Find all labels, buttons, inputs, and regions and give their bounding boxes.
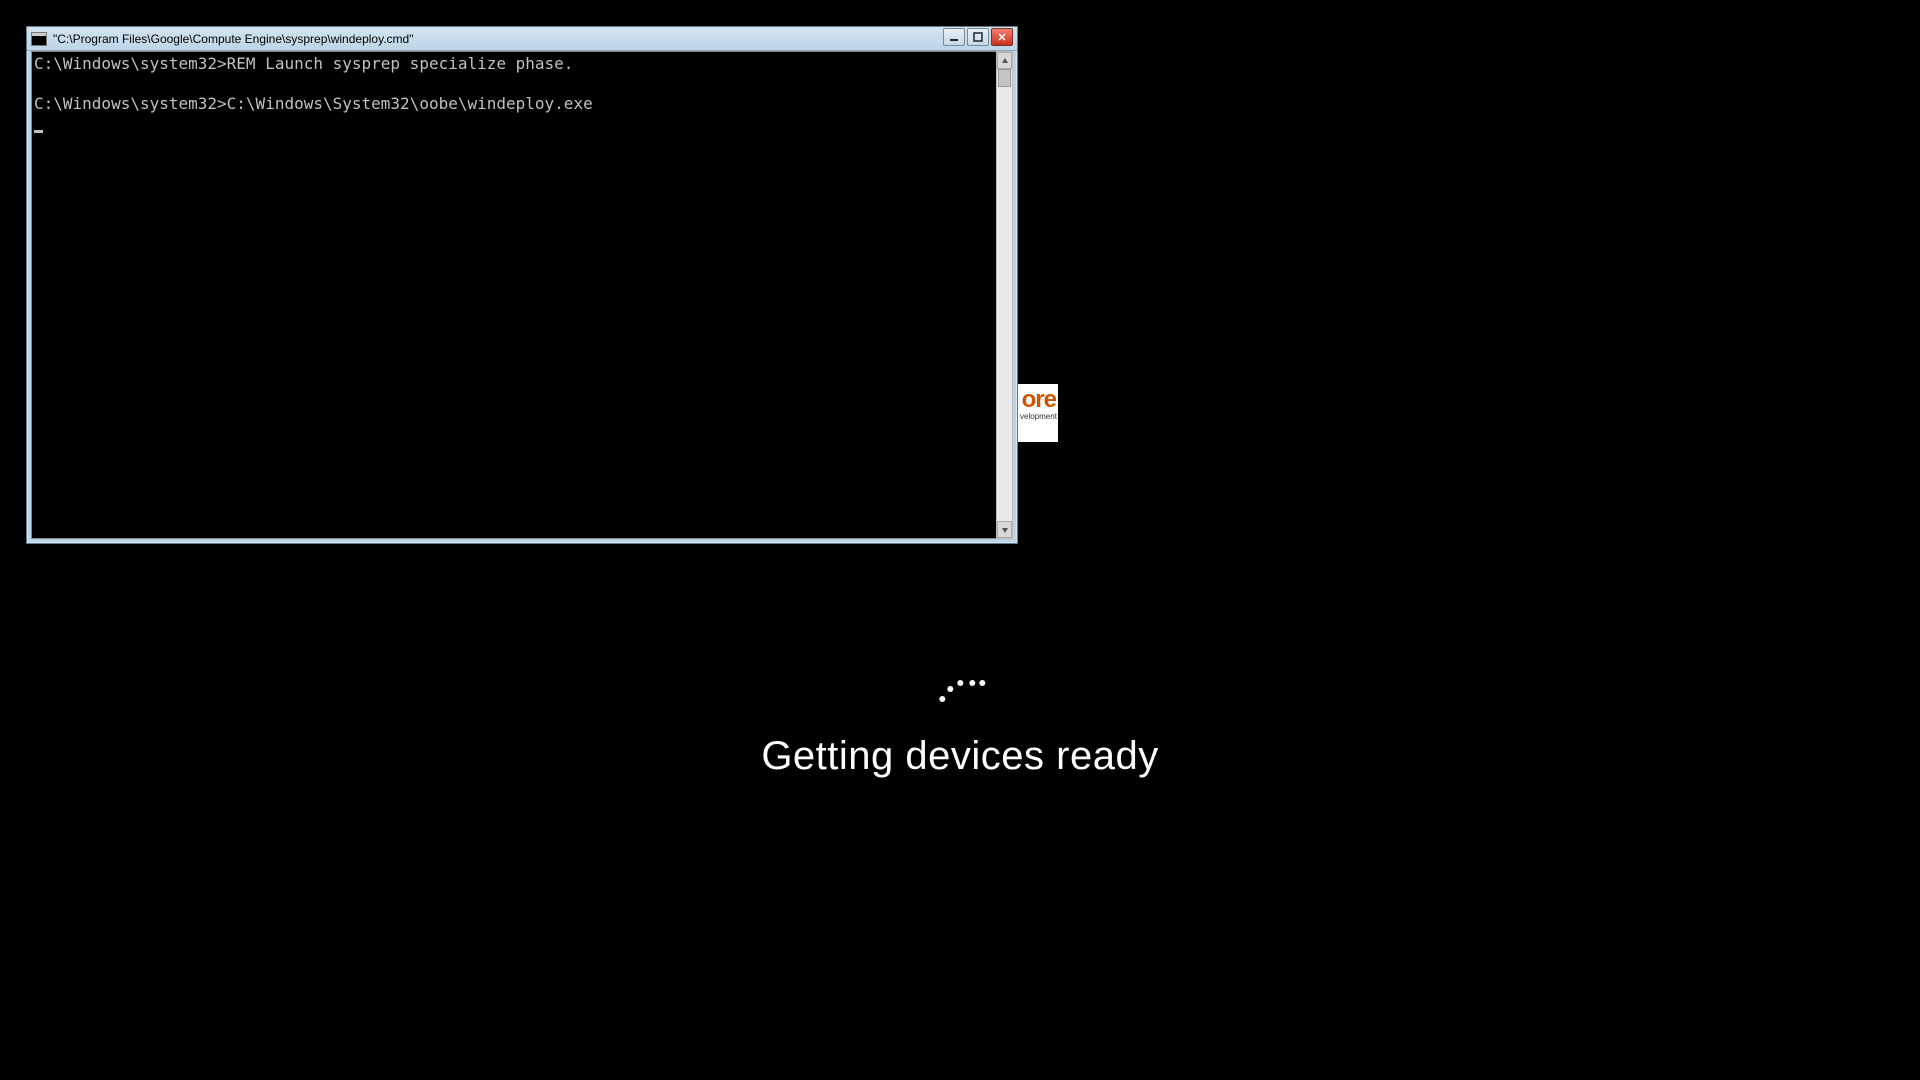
scrollbar-track[interactable]	[997, 69, 1012, 521]
window-controls	[943, 27, 1017, 50]
maximize-button[interactable]	[967, 28, 989, 46]
background-watermark: ore velopment	[1018, 384, 1058, 442]
watermark-fragment-top: ore	[1020, 388, 1056, 412]
oobe-message: Getting devices ready	[761, 734, 1158, 779]
scrollbar-thumb[interactable]	[998, 69, 1011, 87]
oobe-status: Getting devices ready	[761, 670, 1158, 779]
close-button[interactable]	[991, 28, 1013, 46]
titlebar[interactable]: "C:\Program Files\Google\Compute Engine\…	[27, 27, 1017, 51]
watermark-fragment-bottom: velopment	[1020, 412, 1056, 422]
cmd-icon	[31, 32, 47, 46]
console-output[interactable]: C:\Windows\system32>REM Launch sysprep s…	[31, 51, 996, 539]
scroll-down-button[interactable]	[997, 521, 1012, 538]
command-prompt-window[interactable]: "C:\Program Files\Google\Compute Engine\…	[26, 26, 1018, 544]
loading-spinner-icon	[935, 670, 985, 710]
scroll-up-button[interactable]	[997, 52, 1012, 69]
window-title: "C:\Program Files\Google\Compute Engine\…	[53, 32, 943, 46]
cursor	[34, 130, 43, 133]
window-client-area: C:\Windows\system32>REM Launch sysprep s…	[31, 51, 1013, 539]
vertical-scrollbar[interactable]	[996, 51, 1013, 539]
minimize-button[interactable]	[943, 28, 965, 46]
